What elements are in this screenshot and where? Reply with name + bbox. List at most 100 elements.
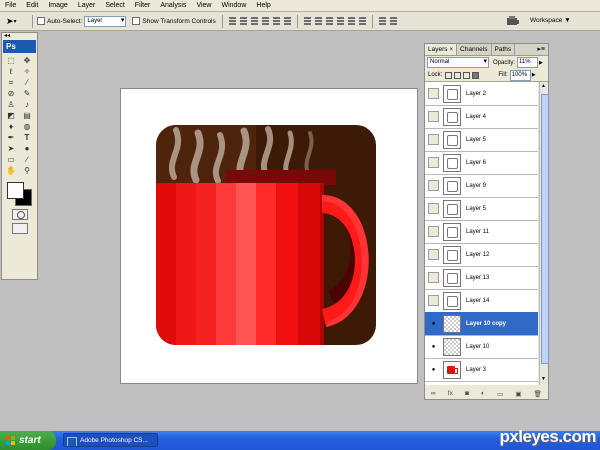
opacity-input[interactable]: 11% [517,57,539,68]
menu-edit[interactable]: Edit [21,0,43,11]
layer-row[interactable]: Layer 5 [425,128,538,152]
align-icon[interactable] [314,17,323,26]
visibility-eye-icon[interactable] [428,295,439,306]
align-icon[interactable] [228,17,237,26]
crop-tool-icon[interactable]: ⌗ [3,77,19,88]
show-transform-checkbox[interactable] [132,17,141,25]
start-button[interactable]: start [0,431,56,450]
close-icon[interactable]: × [450,47,454,53]
layer-row[interactable]: ● Layer 10 [425,335,538,359]
align-icon[interactable] [303,17,312,26]
gradient-tool-icon[interactable]: ▤ [19,110,35,121]
fill-input[interactable]: 100% [509,69,531,81]
fill-arrow-icon[interactable]: ▶ [532,72,536,78]
brush-tool-icon[interactable]: ✎ [19,88,35,99]
align-icon[interactable] [378,17,387,26]
layer-row[interactable]: Layer 11 [425,220,538,244]
align-icon[interactable] [283,17,292,26]
align-icon[interactable] [358,17,367,26]
toolbox-handle[interactable]: ◂◂ [2,33,37,39]
layer-style-icon[interactable]: fx [448,390,453,397]
layer-row[interactable]: Layer 13 [425,266,538,290]
visibility-eye-icon[interactable] [428,111,439,122]
layer-row[interactable]: Layer 4 [425,105,538,129]
visibility-eye-icon[interactable] [428,272,439,283]
dodge-tool-icon[interactable]: ◍ [19,121,35,132]
notes-tool-icon[interactable]: ▭ [3,154,19,165]
layer-row[interactable]: Layer 2 [425,82,538,106]
layer-row[interactable]: Layer 12 [425,243,538,267]
type-tool-icon[interactable]: T [19,132,35,143]
menu-view[interactable]: View [191,0,216,11]
visibility-eye-icon[interactable] [428,249,439,260]
workspace-icon[interactable] [506,15,520,26]
path-selection-tool-icon[interactable]: ➤ [3,143,19,154]
scroll-down-icon[interactable]: ▼ [541,376,546,383]
eyedropper-tool-icon[interactable]: ⁄ [19,77,35,88]
panel-menu-icon[interactable]: ▸≡ [537,44,545,55]
menu-select[interactable]: Select [100,0,129,11]
menu-help[interactable]: Help [251,0,275,11]
new-layer-icon[interactable]: ▣ [515,390,521,398]
tab-paths[interactable]: Paths [492,44,516,55]
lock-all-icon[interactable] [472,71,480,79]
opacity-arrow-icon[interactable]: ▶ [539,60,543,66]
align-icon[interactable] [239,17,248,26]
tab-layers[interactable]: Layers × [425,44,458,55]
shape-tool-icon[interactable]: ● [19,143,35,154]
align-icon[interactable] [325,17,334,26]
layer-row[interactable]: ● Layer 3 [425,358,538,382]
visibility-eye-icon[interactable]: ● [428,318,439,329]
new-group-icon[interactable]: ▭ [497,390,503,398]
blur-tool-icon[interactable]: ♦ [3,121,19,132]
lock-transparent-icon[interactable] [445,71,453,79]
eraser-tool-icon[interactable]: ◩ [3,110,19,121]
menu-image[interactable]: Image [43,0,72,11]
magic-wand-tool-icon[interactable]: ✧ [19,66,35,77]
quick-mask-button[interactable] [11,209,28,220]
workspace-menu[interactable]: Workspace ▼ [530,15,571,26]
screen-mode-button[interactable] [11,223,28,234]
move-tool-preset[interactable]: ➤ ▾ [6,14,28,28]
eyedropper-2-tool-icon[interactable]: ∕ [19,154,35,165]
clone-stamp-tool-icon[interactable]: ♙ [3,99,19,110]
layer-row[interactable]: Layer 5 [425,197,538,221]
auto-select-checkbox[interactable] [37,17,45,25]
align-icon[interactable] [389,17,398,26]
align-icon[interactable] [336,17,345,26]
menu-window[interactable]: Window [216,0,251,11]
layer-row[interactable]: Layer 6 [425,151,538,175]
menu-analysis[interactable]: Analysis [155,0,191,11]
visibility-eye-icon[interactable] [428,157,439,168]
healing-brush-tool-icon[interactable]: ⊘ [3,88,19,99]
menu-file[interactable]: File [0,0,21,11]
delete-layer-icon[interactable]: 🗑 [534,390,542,398]
lock-image-icon[interactable] [454,71,462,79]
pen-tool-icon[interactable]: ✒ [3,132,19,143]
layer-mask-icon[interactable]: ◙ [465,390,469,397]
align-icon[interactable] [261,17,270,26]
tab-channels[interactable]: Channels [457,44,492,55]
visibility-eye-icon[interactable] [428,203,439,214]
blend-mode-dropdown[interactable]: Normal [427,57,489,68]
menu-layer[interactable]: Layer [73,0,101,11]
align-icon[interactable] [272,17,281,26]
marquee-tool-icon[interactable]: ⬚ [3,55,19,66]
foreground-color-swatch[interactable] [7,182,24,199]
align-icon[interactable] [250,17,259,26]
lasso-tool-icon[interactable]: ℓ [3,66,19,77]
scrollbar-thumb[interactable] [541,94,549,364]
visibility-eye-icon[interactable] [428,180,439,191]
lock-position-icon[interactable] [463,71,471,79]
visibility-eye-icon[interactable] [428,134,439,145]
move-tool-icon[interactable]: ✥ [19,55,35,66]
visibility-eye-icon[interactable] [428,88,439,99]
layers-scrollbar[interactable]: ▲ ▼ [539,82,549,385]
auto-select-dropdown[interactable]: Layer [84,15,127,27]
history-brush-tool-icon[interactable]: ♪ [19,99,35,110]
visibility-eye-icon[interactable]: ● [428,364,439,375]
layer-row[interactable]: ● Layer 10 copy [425,312,538,336]
align-icon[interactable] [347,17,356,26]
scroll-up-icon[interactable]: ▲ [541,83,546,90]
layer-row[interactable]: Layer 14 [425,289,538,313]
